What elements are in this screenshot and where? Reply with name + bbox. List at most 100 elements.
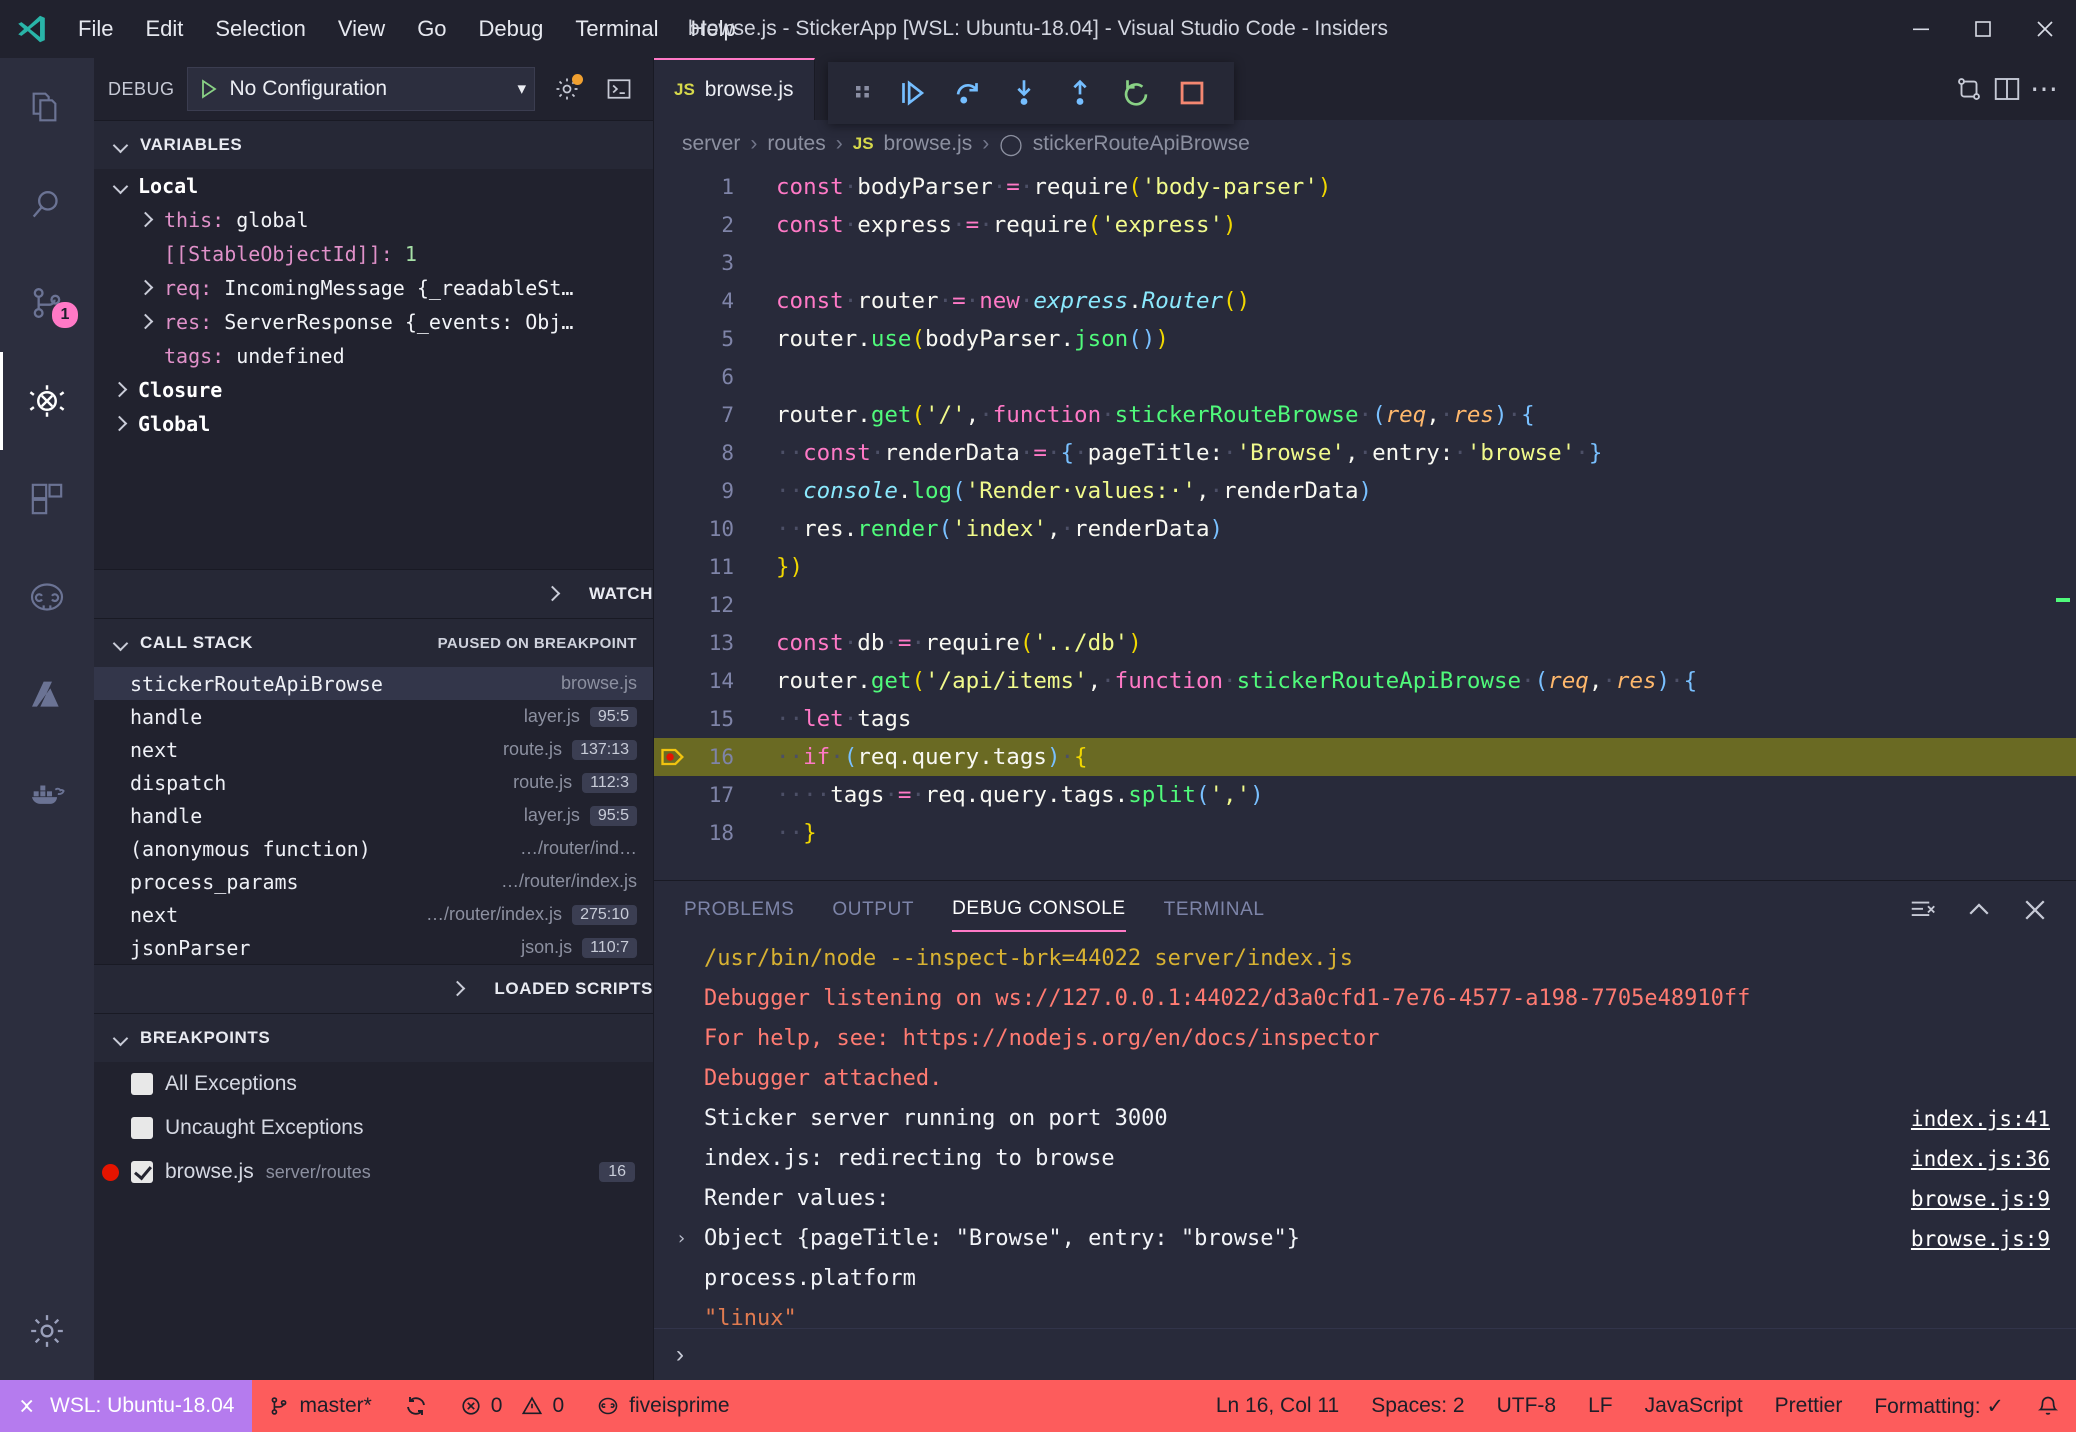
menu-go[interactable]: Go bbox=[401, 10, 462, 48]
callstack-frame[interactable]: jsonParser json.js 110:7 bbox=[94, 931, 653, 964]
code-line[interactable]: 15 ··let·tags bbox=[654, 700, 2076, 738]
debug-icon[interactable] bbox=[0, 352, 94, 450]
code-line[interactable]: 14 router.get('/api/items',·function·stic… bbox=[654, 662, 2076, 700]
variable-row[interactable]: this: global bbox=[94, 203, 653, 237]
console-source-link[interactable]: index.js:41 bbox=[1911, 1099, 2076, 1139]
callstack-frame[interactable]: (anonymous function) …/router/ind… bbox=[94, 832, 653, 865]
chevron-right-icon[interactable] bbox=[138, 211, 156, 229]
breadcrumb-server[interactable]: server bbox=[682, 132, 740, 156]
status-eol[interactable]: LF bbox=[1572, 1380, 1629, 1432]
collapse-panel-icon[interactable] bbox=[1964, 895, 1994, 925]
debug-settings-gear-icon[interactable] bbox=[547, 69, 587, 109]
step-out-button[interactable] bbox=[1063, 76, 1097, 110]
github-icon[interactable] bbox=[0, 548, 94, 646]
breakpoint-row[interactable]: All Exceptions bbox=[94, 1062, 653, 1106]
breakpoint-checkbox[interactable] bbox=[131, 1161, 153, 1183]
callstack-frame[interactable]: handle layer.js 95:5 bbox=[94, 799, 653, 832]
code-editor[interactable]: 1 const·bodyParser·=·require('body-parser… bbox=[654, 168, 2076, 880]
variable-row[interactable]: tags: undefined bbox=[94, 339, 653, 373]
status-cursor-position[interactable]: Ln 16, Col 11 bbox=[1200, 1380, 1355, 1432]
status-account[interactable]: fiveisprime bbox=[580, 1380, 745, 1432]
breakpoint-row[interactable]: Uncaught Exceptions bbox=[94, 1106, 653, 1150]
tab-terminal[interactable]: TERMINAL bbox=[1164, 889, 1265, 931]
docker-icon[interactable] bbox=[0, 744, 94, 842]
callstack-frame[interactable]: process_params …/router/index.js bbox=[94, 865, 653, 898]
variables-section-header[interactable]: VARIABLES bbox=[94, 121, 653, 169]
code-line[interactable]: 11}) bbox=[654, 548, 2076, 586]
breadcrumb-routes[interactable]: routes bbox=[767, 132, 825, 156]
status-remote-wsl[interactable]: WSL: Ubuntu-18.04 bbox=[0, 1380, 253, 1432]
azure-icon[interactable] bbox=[0, 646, 94, 744]
status-language-mode[interactable]: JavaScript bbox=[1629, 1380, 1759, 1432]
code-line[interactable]: 2 const·express·=·require('express') bbox=[654, 206, 2076, 244]
expand-object-icon[interactable]: › bbox=[676, 1219, 704, 1259]
menu-file[interactable]: File bbox=[62, 10, 129, 48]
menu-view[interactable]: View bbox=[322, 10, 401, 48]
variable-row[interactable]: [[StableObjectId]]: 1 bbox=[94, 237, 653, 271]
extensions-icon[interactable] bbox=[0, 450, 94, 548]
drag-handle[interactable] bbox=[853, 79, 873, 107]
floating-debug-toolbar[interactable] bbox=[828, 62, 1234, 124]
editor-tab-browse-js[interactable]: JS browse.js bbox=[654, 58, 815, 120]
menu-selection[interactable]: Selection bbox=[199, 10, 322, 48]
code-line[interactable]: 4 const·router·=·new·express.Router() bbox=[654, 282, 2076, 320]
code-line[interactable]: 12 bbox=[654, 586, 2076, 624]
step-over-button[interactable] bbox=[951, 76, 985, 110]
status-formatter[interactable]: Prettier bbox=[1759, 1380, 1859, 1432]
chevron-right-icon[interactable] bbox=[138, 279, 156, 297]
callstack-frame[interactable]: dispatch route.js 112:3 bbox=[94, 766, 653, 799]
close-button[interactable] bbox=[2014, 0, 2076, 58]
callstack-frame[interactable]: stickerRouteApiBrowse browse.js bbox=[94, 667, 653, 700]
compare-changes-icon[interactable] bbox=[1954, 74, 1984, 104]
split-editor-icon[interactable] bbox=[1992, 74, 2022, 104]
breakpoint-checkbox[interactable] bbox=[131, 1117, 153, 1139]
debug-console-input[interactable]: › bbox=[654, 1328, 2076, 1380]
breadcrumb-file[interactable]: browse.js bbox=[884, 132, 973, 156]
status-problems[interactable]: 0 0 bbox=[444, 1380, 580, 1432]
explorer-icon[interactable] bbox=[0, 58, 94, 156]
callstack-frame[interactable]: handle layer.js 95:5 bbox=[94, 700, 653, 733]
debug-configuration-select[interactable]: No Configuration ▾ bbox=[186, 67, 535, 111]
chevron-right-icon[interactable] bbox=[138, 313, 156, 331]
chevron-down-icon[interactable]: ▾ bbox=[517, 79, 526, 99]
code-line[interactable]: 7 router.get('/',·function·stickerRouteBr… bbox=[654, 396, 2076, 434]
loaded-scripts-header[interactable]: LOADED SCRIPTS bbox=[94, 965, 653, 1013]
callstack-section-header[interactable]: CALL STACK PAUSED ON BREAKPOINT bbox=[94, 619, 653, 667]
watch-section-header[interactable]: WATCH bbox=[94, 570, 653, 618]
code-line[interactable]: 3 bbox=[654, 244, 2076, 282]
code-line[interactable]: 6 bbox=[654, 358, 2076, 396]
tab-output[interactable]: OUTPUT bbox=[832, 889, 914, 931]
step-into-button[interactable] bbox=[1007, 76, 1041, 110]
callstack-frame[interactable]: next …/router/index.js 275:10 bbox=[94, 898, 653, 931]
clear-console-icon[interactable] bbox=[1908, 895, 1938, 925]
maximize-button[interactable] bbox=[1952, 0, 2014, 58]
more-actions-icon[interactable]: ⋯ bbox=[2030, 75, 2058, 103]
code-line[interactable]: 5 router.use(bodyParser.json()) bbox=[654, 320, 2076, 358]
tab-problems[interactable]: PROBLEMS bbox=[684, 889, 794, 931]
code-line[interactable]: 8 ··const·renderData·=·{·pageTitle:·'Brow… bbox=[654, 434, 2076, 472]
status-indentation[interactable]: Spaces: 2 bbox=[1355, 1380, 1480, 1432]
code-line[interactable]: 17 ····tags·=·req.query.tags.split(',') bbox=[654, 776, 2076, 814]
close-panel-icon[interactable] bbox=[2020, 895, 2050, 925]
menu-debug[interactable]: Debug bbox=[463, 10, 560, 48]
search-icon[interactable] bbox=[0, 156, 94, 254]
menu-help[interactable]: Help bbox=[675, 10, 752, 48]
code-line[interactable]: 9 ··console.log('Render·values:·',·render… bbox=[654, 472, 2076, 510]
code-line[interactable]: 1 const·bodyParser·=·require('body-parser… bbox=[654, 168, 2076, 206]
menu-terminal[interactable]: Terminal bbox=[559, 10, 674, 48]
variable-scope-local[interactable]: Local bbox=[94, 169, 653, 203]
menu-edit[interactable]: Edit bbox=[129, 10, 199, 48]
code-line[interactable]: 16 ··if·(req.query.tags)·{ bbox=[654, 738, 2076, 776]
breakpoint-checkbox[interactable] bbox=[131, 1073, 153, 1095]
settings-gear-icon[interactable] bbox=[0, 1282, 94, 1380]
breakpoint-row[interactable]: browse.js server/routes 16 bbox=[94, 1150, 653, 1194]
variable-scope-closure[interactable]: Closure bbox=[94, 373, 653, 407]
open-debug-console-icon[interactable] bbox=[599, 69, 639, 109]
status-branch[interactable]: master* bbox=[252, 1380, 387, 1432]
breakpoints-header[interactable]: BREAKPOINTS bbox=[94, 1014, 653, 1062]
minimize-button[interactable] bbox=[1890, 0, 1952, 58]
variable-row[interactable]: res: ServerResponse {_events: Obj… bbox=[94, 305, 653, 339]
variable-row[interactable]: req: IncomingMessage {_readableSt… bbox=[94, 271, 653, 305]
tab-debug-console[interactable]: DEBUG CONSOLE bbox=[952, 888, 1126, 932]
stop-button[interactable] bbox=[1175, 76, 1209, 110]
